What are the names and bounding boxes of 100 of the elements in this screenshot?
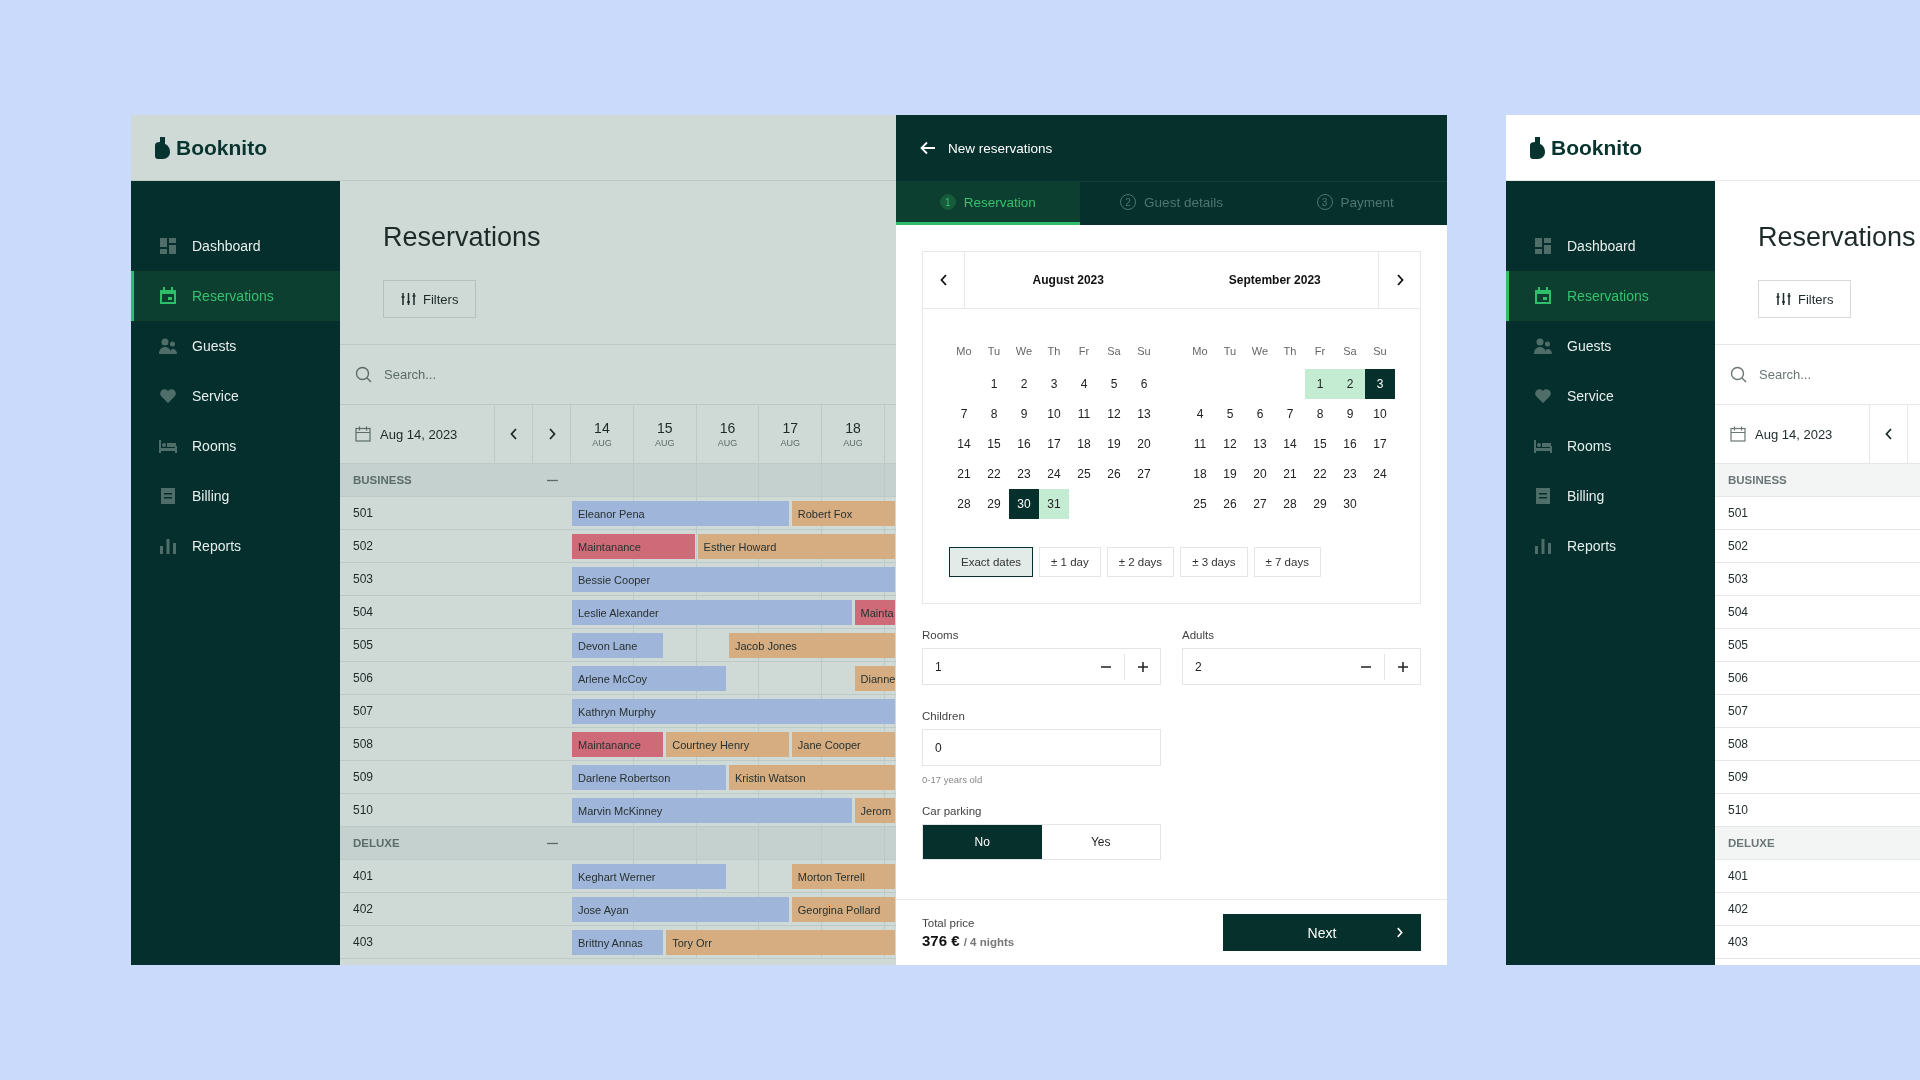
calendar-day[interactable]: 4	[1185, 399, 1215, 429]
booking-bar[interactable]: Kristin Watson	[729, 765, 895, 790]
calendar-day[interactable]: 10	[1365, 399, 1395, 429]
calendar-day[interactable]: 23	[1009, 459, 1039, 489]
sidebar-item[interactable]: Reports	[1506, 521, 1715, 571]
number-stepper[interactable]: 2	[1182, 648, 1421, 685]
booking-bar[interactable]: Dianne	[854, 666, 895, 691]
calendar-day[interactable]: 2	[1335, 369, 1365, 399]
calendar-day[interactable]: 1	[1305, 369, 1335, 399]
calendar-day[interactable]: 12	[1215, 429, 1245, 459]
calendar-day[interactable]: 13	[1245, 429, 1275, 459]
calendar-day[interactable]: 18	[1069, 429, 1099, 459]
booking-bar[interactable]: Jacob Jones	[729, 633, 895, 658]
booking-bar[interactable]: Leslie Alexander	[572, 600, 852, 625]
calendar-day[interactable]: 5	[1099, 369, 1129, 399]
calendar-day[interactable]: 11	[1069, 399, 1099, 429]
booking-bar[interactable]: Robert Fox	[791, 501, 895, 526]
sidebar-item[interactable]: Rooms	[131, 421, 340, 471]
calendar-day[interactable]: 22	[979, 459, 1009, 489]
calendar-day[interactable]: 19	[1099, 429, 1129, 459]
booking-bar[interactable]: Eleanor Pena	[572, 501, 789, 526]
calendar-day[interactable]: 31	[1039, 489, 1069, 519]
sidebar-item[interactable]: Reservations	[1506, 271, 1715, 321]
calendar-day[interactable]: 22	[1305, 459, 1335, 489]
booking-bar[interactable]: Arlene McCoy	[572, 666, 726, 691]
calendar-day[interactable]: 12	[1099, 399, 1129, 429]
calendar-day[interactable]: 20	[1129, 429, 1159, 459]
step-tab[interactable]: 1 Reservation	[896, 182, 1080, 225]
booking-bar[interactable]: Kathryn Murphy	[572, 699, 895, 724]
sidebar-item[interactable]: Dashboard	[1506, 221, 1715, 271]
calendar-day[interactable]: 1	[979, 369, 1009, 399]
booking-bar[interactable]: Maintanance	[572, 534, 695, 559]
calendar-day[interactable]: 29	[1305, 489, 1335, 519]
booking-bar[interactable]: Maintanance	[572, 732, 664, 757]
calendar-day[interactable]: 20	[1245, 459, 1275, 489]
search-field[interactable]: Search...	[382, 366, 536, 383]
calendar-day[interactable]: 3	[1039, 369, 1069, 399]
calendar-day[interactable]: 23	[1335, 459, 1365, 489]
next-button[interactable]: Next	[1223, 914, 1421, 951]
calendar-day[interactable]: 30	[1009, 489, 1039, 519]
calendar-day[interactable]: 11	[1185, 429, 1215, 459]
booking-bar[interactable]: Tory Orr	[666, 930, 895, 955]
filters-button[interactable]: Filters	[1758, 280, 1852, 318]
calendar-day[interactable]: 27	[1245, 489, 1275, 519]
calendar-day[interactable]: 25	[1185, 489, 1215, 519]
calendar-day[interactable]: 28	[949, 489, 979, 519]
calendar-day[interactable]: 5	[1215, 399, 1245, 429]
calendar-day[interactable]: 15	[979, 429, 1009, 459]
booking-bar[interactable]: Darlene Robertson	[572, 765, 726, 790]
calendar-day[interactable]: 21	[1275, 459, 1305, 489]
calendar-day[interactable]: 16	[1009, 429, 1039, 459]
booking-bar[interactable]: Mainta	[854, 600, 895, 625]
calendar-day[interactable]: 17	[1039, 429, 1069, 459]
calendar-day[interactable]: 8	[1305, 399, 1335, 429]
toggle-option[interactable]: No	[923, 825, 1042, 859]
date-range-chip[interactable]: ± 7 days	[1253, 547, 1321, 577]
calendar-day[interactable]: 15	[1305, 429, 1335, 459]
booking-bar[interactable]: Jane Cooper	[791, 732, 895, 757]
calendar-day[interactable]: 21	[949, 459, 979, 489]
calendar-day[interactable]: 7	[1275, 399, 1305, 429]
calendar-day[interactable]: 16	[1335, 429, 1365, 459]
calendar-day[interactable]: 13	[1129, 399, 1159, 429]
number-field[interactable]: 2	[1183, 658, 1348, 675]
calendar-day[interactable]: 9	[1009, 399, 1039, 429]
date-range-chip[interactable]: ± 2 days	[1106, 547, 1175, 577]
sidebar-item[interactable]: Rooms	[1506, 421, 1715, 471]
sidebar-item[interactable]: Service	[1506, 371, 1715, 421]
calendar-day[interactable]: 8	[979, 399, 1009, 429]
calendar-day[interactable]: 2	[1009, 369, 1039, 399]
calendar-day[interactable]: 24	[1365, 459, 1395, 489]
sidebar-item[interactable]: Dashboard	[131, 221, 340, 271]
calendar-day[interactable]: 6	[1245, 399, 1275, 429]
calendar-day[interactable]: 7	[949, 399, 979, 429]
booking-bar[interactable]: Jose Ayan	[572, 897, 789, 922]
number-field[interactable]: 1	[923, 658, 1088, 675]
calendar-day[interactable]: 26	[1099, 459, 1129, 489]
search-field[interactable]: Search...	[1757, 366, 1911, 383]
booking-bar[interactable]: Jerom	[854, 798, 895, 823]
calendar-day[interactable]: 29	[979, 489, 1009, 519]
date-range-chip[interactable]: ± 1 day	[1039, 547, 1101, 577]
booking-bar[interactable]: Keghart Werner	[572, 864, 726, 889]
calendar-day[interactable]: 26	[1215, 489, 1245, 519]
calendar-day[interactable]: 4	[1069, 369, 1099, 399]
calendar-day[interactable]: 14	[949, 429, 979, 459]
booking-bar[interactable]: Brittny Annas	[572, 930, 664, 955]
booking-bar[interactable]: Courtney Henry	[666, 732, 789, 757]
booking-bar[interactable]: Esther Howard	[697, 534, 895, 559]
booking-bar[interactable]: Bessie Cooper	[572, 567, 895, 592]
date-range-chip[interactable]: Exact dates	[949, 547, 1034, 577]
sidebar-item[interactable]: Reports	[131, 521, 340, 571]
calendar-day[interactable]: 27	[1129, 459, 1159, 489]
booking-bar[interactable]: Morton Terrell	[791, 864, 895, 889]
calendar-day[interactable]: 25	[1069, 459, 1099, 489]
calendar-day[interactable]: 6	[1129, 369, 1159, 399]
calendar-day[interactable]: 17	[1365, 429, 1395, 459]
calendar-day[interactable]: 24	[1039, 459, 1069, 489]
date-range-chip[interactable]: ± 3 days	[1180, 547, 1248, 577]
calendar-day[interactable]: 9	[1335, 399, 1365, 429]
booking-bar[interactable]: Georgina Pollard	[791, 897, 895, 922]
calendar-day[interactable]: 10	[1039, 399, 1069, 429]
